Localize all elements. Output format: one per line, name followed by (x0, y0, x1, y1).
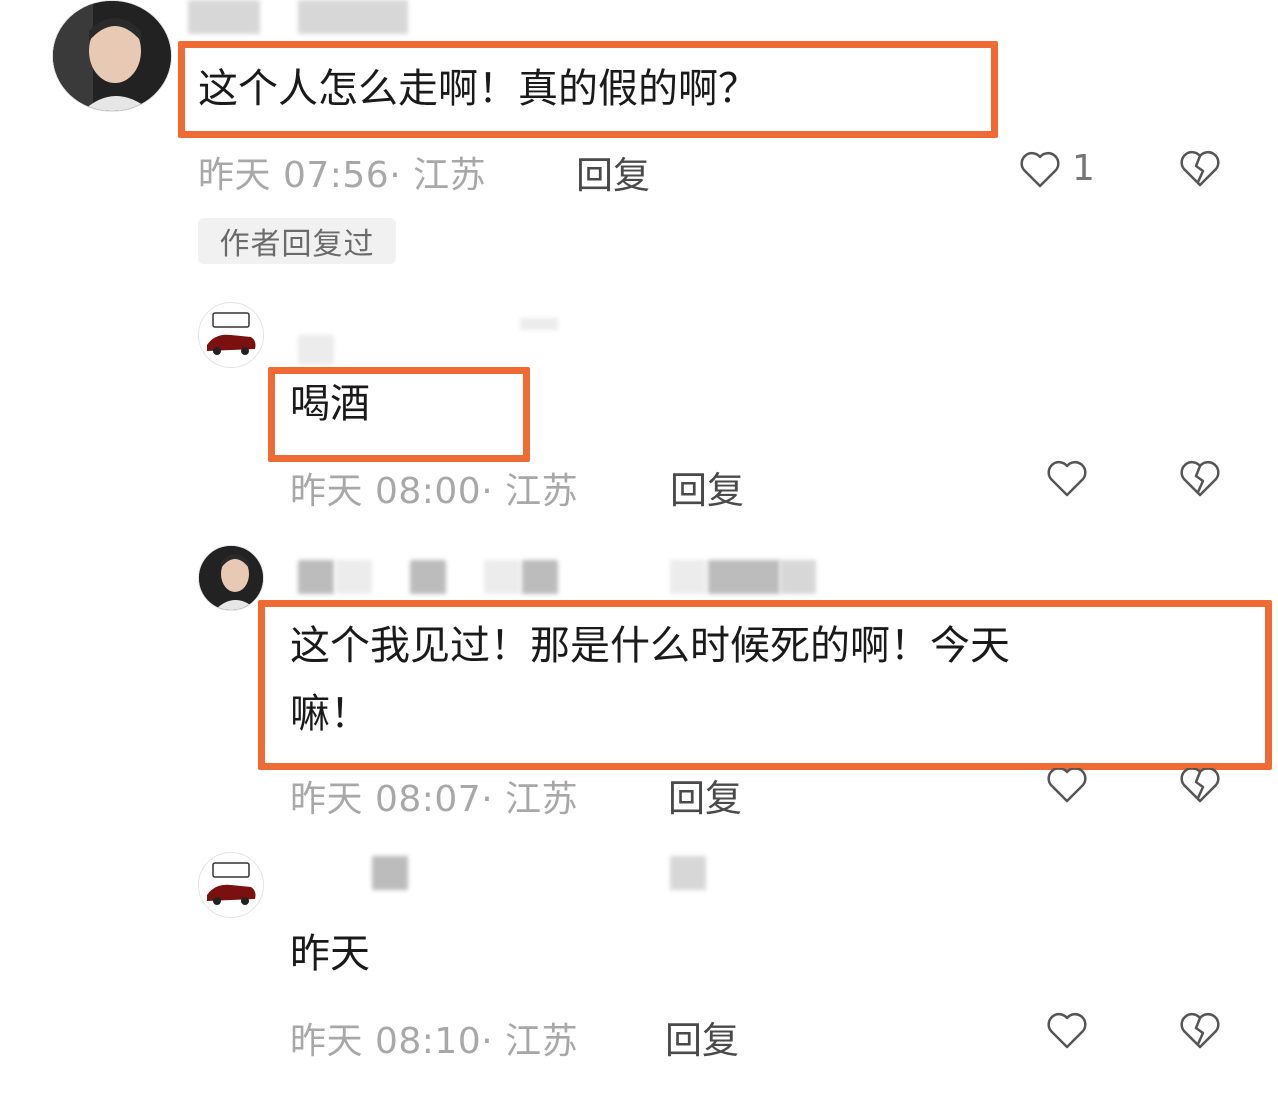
like-button[interactable]: 1 (1018, 148, 1095, 189)
comment-text: 这个我见过！那是什么时候死的啊！今天 (290, 623, 1010, 669)
avatar-person[interactable] (52, 0, 172, 112)
username-obscured (188, 0, 260, 34)
broken-heart-icon (1178, 768, 1222, 804)
username-obscured (298, 0, 408, 34)
dislike-button[interactable] (1178, 148, 1222, 188)
like-button[interactable] (1045, 768, 1089, 804)
broken-heart-icon (1178, 1010, 1222, 1050)
username-obscured (670, 560, 706, 594)
username-obscured (520, 318, 558, 330)
reply-button[interactable]: 回复 (576, 145, 650, 199)
like-count: 1 (1072, 148, 1095, 189)
broken-heart-icon (1178, 458, 1222, 498)
username-obscured (780, 560, 816, 594)
comment-text: 这个人怎么走啊！真的假的啊？ (198, 66, 758, 112)
broken-heart-icon (1178, 148, 1222, 188)
avatar-person[interactable] (198, 545, 264, 611)
like-button[interactable] (1045, 458, 1089, 498)
author-replied-tag: 作者回复过 (198, 218, 396, 264)
comment-meta: 昨天 08:00· 江苏 (290, 471, 579, 512)
username-obscured (484, 560, 520, 594)
comment-meta: 昨天 08:07· 江苏 (290, 779, 579, 820)
dislike-button[interactable] (1178, 1010, 1222, 1050)
comment-text: 嘛！ (290, 691, 370, 737)
reply-button[interactable]: 回复 (668, 768, 742, 822)
heart-outline-icon (1018, 149, 1062, 189)
username-obscured (670, 856, 706, 890)
dislike-button[interactable] (1178, 768, 1222, 804)
comment-text: 喝酒 (290, 381, 370, 427)
reply-button[interactable]: 回复 (670, 460, 744, 514)
dislike-button[interactable] (1178, 458, 1222, 498)
username-obscured (708, 560, 780, 594)
reply-button[interactable]: 回复 (665, 1010, 739, 1064)
username-obscured (410, 560, 446, 594)
username-obscured (298, 560, 334, 594)
heart-outline-icon (1045, 458, 1089, 498)
username-obscured (372, 856, 408, 890)
heart-outline-icon (1045, 768, 1089, 804)
avatar-car[interactable] (198, 302, 264, 368)
like-button[interactable] (1045, 1010, 1089, 1050)
avatar-car[interactable] (198, 852, 264, 918)
heart-outline-icon (1045, 1010, 1089, 1050)
comment-meta: 昨天 08:10· 江苏 (290, 1021, 579, 1062)
username-obscured (522, 560, 558, 594)
comment-text: 昨天 (290, 931, 370, 977)
username-obscured (298, 335, 334, 365)
username-obscured (336, 560, 372, 594)
comment-meta: 昨天 07:56· 江苏 (198, 155, 487, 196)
